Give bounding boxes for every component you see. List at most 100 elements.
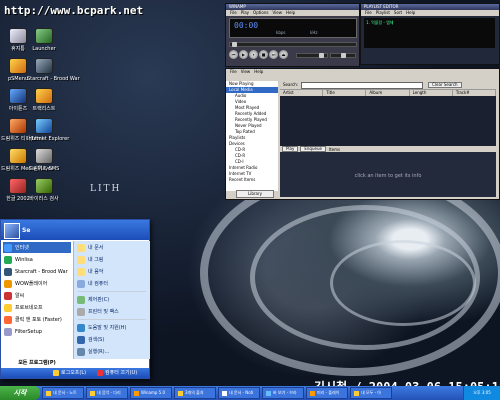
column-artist[interactable]: Artist [280,90,324,96]
media-library-main: Search: Clear Search Artist Title Album … [280,81,497,197]
playlist-menu-file[interactable]: File [365,10,372,16]
desktop-icon-antivirus[interactable]: 바이러스 검사 [27,178,61,202]
start-item-wow-player[interactable]: WOW플레이어 [3,278,71,289]
start-item-search[interactable]: 검색(S) [76,334,148,345]
app-icon [35,88,53,104]
search-icon [77,335,85,344]
winamp-balance-slider[interactable] [330,53,356,58]
taskbar-button[interactable]: 내 문서 - Noti [218,387,260,399]
avatar [4,223,20,239]
winamp-volume-slider[interactable] [296,53,328,58]
media-library-window[interactable]: File View Help Now Playing Local Media A… [225,68,500,200]
logoff-button[interactable]: 로그오프(L) [53,369,86,377]
column-album[interactable]: Album [366,90,410,96]
ml-play-button[interactable]: Play [282,146,299,152]
start-item-my-computer[interactable]: 내 컴퓨터 [76,278,148,289]
winamp-menu-view[interactable]: View [272,10,282,16]
desktop-icon-internet-explorer[interactable]: Internet Explorer [27,118,69,142]
start-item-click-photo[interactable]: 클릭 앤 포토 (Faster) [3,314,71,325]
clear-search-button[interactable]: Clear Search [428,82,462,88]
ml-menu-view[interactable]: View [241,69,251,76]
ml-items-count: Items [328,146,341,152]
start-item-my-documents[interactable]: 내 문서 [76,242,148,253]
search-label: Search: [283,82,299,87]
volume-knob[interactable] [319,53,324,58]
winamp-seek-slider[interactable] [229,42,357,47]
shutdown-button[interactable]: 컴퓨터 끄기(U) [97,369,137,377]
taskbar-button[interactable]: 3개의 출처 [174,387,216,399]
taskbar-button[interactable]: 미리 - 플레이 [306,387,348,399]
winamp-playlist-window[interactable]: PLAYLIST EDITOR File Playlist Sort Help … [360,3,500,65]
column-title[interactable]: Title [323,90,367,96]
column-length[interactable]: Length [410,90,453,96]
desktop-icon-starcraft[interactable]: Starcraft - Brood War [27,58,80,82]
ml-menu-file[interactable]: File [230,69,237,76]
taskbar-button[interactable]: 내 모두 - 아 [350,387,392,399]
media-library-search-row: Search: Clear Search [280,81,496,89]
winamp-menu-options[interactable]: Options [253,10,268,16]
taskbar-button[interactable]: Winamp 5.0 [130,387,172,399]
start-menu-places: 내 문서 내 그림 내 음악 내 컴퓨터 제어판(C) 프린터 및 팩스 도움말… [73,241,150,359]
wallpaper-ring [330,240,476,326]
start-item-probe[interactable]: 프로브네오프 [3,302,71,313]
stop-button[interactable]: ■ [259,50,268,59]
recycle-bin-icon [9,28,27,44]
start-item-run[interactable]: 실행(R)... [76,346,148,357]
balance-knob[interactable] [341,53,346,58]
library-button[interactable]: Library [236,190,274,198]
desktop-icon-sms[interactable]: 드림위즈 SMS [27,148,61,172]
play-button[interactable]: ▶ [239,50,248,59]
media-icon [4,279,12,288]
power-icon [97,370,103,376]
start-item-help[interactable]: 도움말 및 지원(H) [76,322,148,333]
start-item-control-panel[interactable]: 제어판(C) [76,294,148,305]
winamp-khz: kHz [310,30,318,35]
launcher-icon [35,28,53,44]
media-library-tree[interactable]: Now Playing Local Media Audio Video Most… [226,81,278,191]
playlist-menu-playlist[interactable]: Playlist [376,10,390,16]
ml-enqueue-button[interactable]: Enqueue [300,146,326,152]
ie-icon [266,390,271,396]
start-item-my-music[interactable]: 내 음악 [76,266,148,277]
search-input[interactable] [301,81,424,89]
playlist-menu-sort[interactable]: Sort [394,10,402,16]
next-button[interactable]: ⏭ [269,50,278,59]
winamp-time: 00:00 [234,21,259,30]
winamp-menu-file[interactable]: File [230,10,237,16]
desktop-icon-tracklist[interactable]: 트랙리스트 [27,88,61,112]
ml-menu-help[interactable]: Help [254,69,263,76]
playlist-content[interactable]: 1. 먹을랑 - 엠체 [364,18,495,48]
media-library-list[interactable] [280,96,496,146]
taskbar-button[interactable]: 바 보기 - 브라 [262,387,304,399]
eject-button[interactable]: ⏏ [279,50,288,59]
previous-button[interactable]: ⏮ [229,50,238,59]
start-item-internet[interactable]: 인터넷 [3,242,71,253]
pause-button[interactable]: ⏸ [249,50,258,59]
start-item-my-pictures[interactable]: 내 그림 [76,254,148,265]
shield-icon [35,178,53,194]
all-programs-button[interactable]: 모든 프로그램(P) [1,359,73,367]
winamp-menu-play[interactable]: Play [241,10,249,16]
column-track[interactable]: Track# [453,90,497,96]
desktop-icon-launcher[interactable]: Launcher [27,28,61,52]
folder-icon [77,243,85,252]
start-item-starcraft[interactable]: Starcraft - Brood War [3,266,71,277]
start-item-winlisa[interactable]: Winlisa [3,254,71,265]
winamp-menu-help[interactable]: Help [286,10,295,16]
taskbar: 시작 내 문서 - 노트 내 음악 - 다리 Winamp 5.0 3개의 출처… [0,386,500,400]
media-icon [9,148,27,164]
document-icon [222,390,227,396]
start-item-alsee[interactable]: 알씨 [3,290,71,301]
start-item-printers[interactable]: 프린터 및 팩스 [76,306,148,317]
playlist-menu-help[interactable]: Help [406,10,415,16]
tree-item[interactable]: Recent Items [226,177,278,183]
seek-knob[interactable] [232,42,237,47]
playlist-track[interactable]: 1. 먹을랑 - 엠체 [366,20,493,26]
start-item-filtersetup[interactable]: FilterSetup [3,326,71,337]
taskbar-button[interactable]: 내 음악 - 다리 [86,387,128,399]
taskbar-button[interactable]: 내 문서 - 노트 [42,387,84,399]
start-button[interactable]: 시작 [0,386,40,400]
winamp-main-window[interactable]: WINAMP File Play Options View Help 00:00… [225,3,360,67]
system-tray-clock[interactable]: 오후 3:05 [463,386,500,400]
folder-icon [90,390,95,396]
